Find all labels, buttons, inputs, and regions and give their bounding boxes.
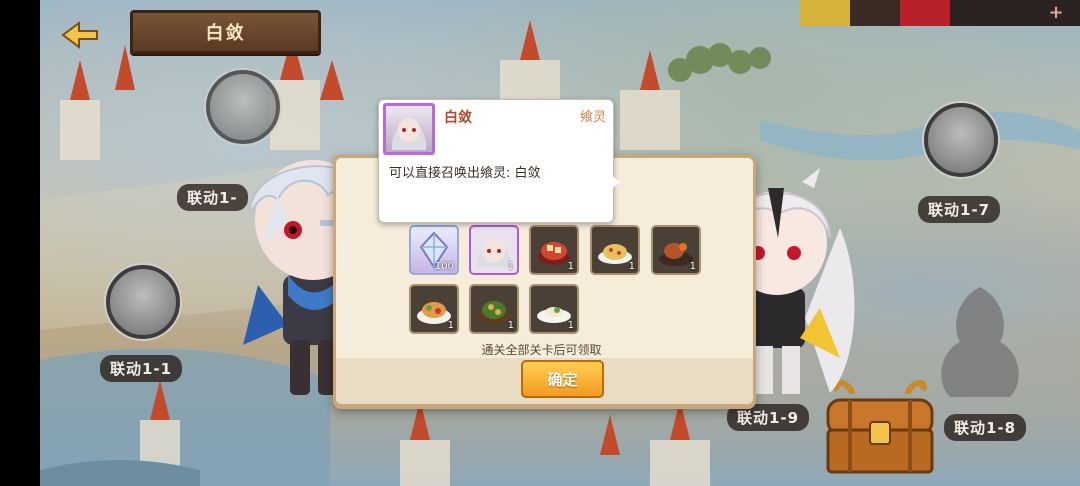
add-resource-button[interactable]: +: [1046, 4, 1066, 22]
game-screen: 白敛 + 联动1-1 联动1- 联动1-7 联动1-8 联动1-9 100 1 …: [0, 0, 1080, 486]
reward-condition-note: 通关全部关卡后可领取: [481, 343, 602, 357]
reward-count: 1: [507, 261, 514, 272]
stage-label-1-1[interactable]: 联动1-1: [100, 355, 183, 382]
reward-count: 1: [628, 261, 635, 272]
confirm-button[interactable]: 确定: [521, 360, 604, 398]
tooltip-item-type: 飨灵: [580, 110, 607, 125]
stage-node-1-1[interactable]: [106, 265, 180, 339]
reward-slot[interactable]: 1: [469, 225, 519, 275]
resource-slot-3: [900, 0, 950, 26]
reward-count: 1: [689, 261, 696, 272]
stage-label-1-8[interactable]: 联动1-8: [944, 414, 1027, 441]
left-black-bar: [0, 0, 40, 486]
page-title: 白敛: [205, 23, 246, 44]
resource-slot-2: [850, 0, 900, 26]
reward-slot[interactable]: 1: [529, 225, 579, 275]
portrait-icon: [391, 118, 427, 150]
resource-slot-1: [800, 0, 850, 26]
stage-node-1-2[interactable]: [206, 70, 280, 144]
reward-count: 1: [567, 261, 574, 272]
reward-count: 1: [507, 320, 514, 331]
back-button[interactable]: [52, 18, 106, 52]
reward-slot[interactable]: 1: [529, 284, 579, 334]
stage-label-1-7[interactable]: 联动1-7: [918, 196, 1001, 223]
reward-slot[interactable]: 1: [409, 284, 459, 334]
reward-slot[interactable]: 1: [590, 225, 640, 275]
top-resource-bar: [800, 0, 1080, 26]
reward-count: 100: [434, 261, 454, 272]
reward-count: 1: [567, 320, 574, 331]
tooltip-portrait: [383, 103, 435, 155]
tooltip-description: 可以直接召唤出飨灵: 白敛: [389, 166, 541, 181]
reward-slot[interactable]: 1: [651, 225, 701, 275]
title-banner: 白敛: [130, 10, 321, 54]
reward-slot[interactable]: 100: [409, 225, 459, 275]
stage-node-1-7[interactable]: [924, 103, 998, 177]
reward-slot[interactable]: 1: [469, 284, 519, 334]
tooltip-arrow: [608, 172, 620, 192]
chevron-left-icon: [61, 21, 98, 49]
reward-count: 1: [447, 320, 454, 331]
tooltip-item-name: 白敛: [444, 110, 472, 126]
